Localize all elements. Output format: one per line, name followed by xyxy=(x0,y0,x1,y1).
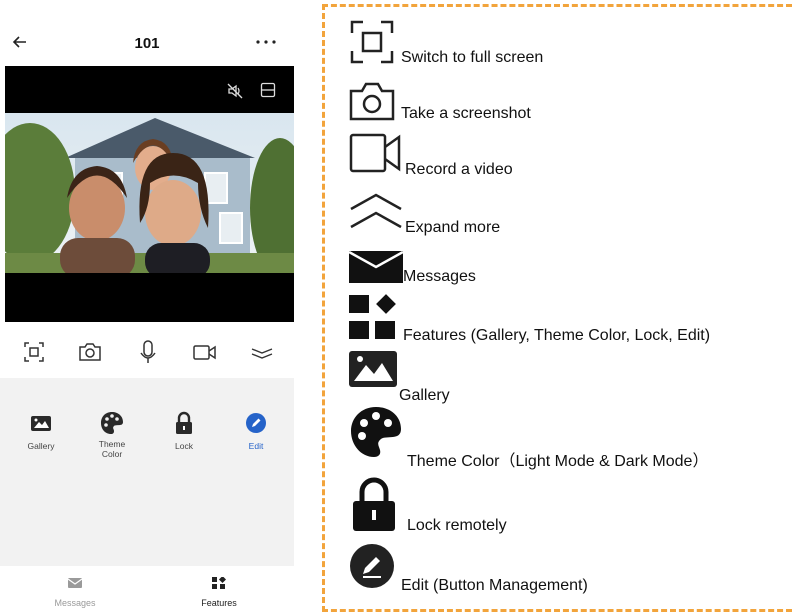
feature-label: Theme Color xyxy=(98,439,126,459)
page-title: 101 xyxy=(134,35,160,52)
legend-text: Messages xyxy=(403,268,476,285)
fullscreen-icon xyxy=(350,20,394,64)
icon-legend: Switch to full screen Take a screenshot … xyxy=(322,4,792,612)
legend-item: Expand more xyxy=(349,189,794,239)
camera-icon xyxy=(349,82,395,121)
fullscreen-icon[interactable] xyxy=(20,338,48,366)
nav-messages[interactable]: Messages xyxy=(30,576,120,608)
video-icon xyxy=(349,133,401,173)
legend-item: Record a video xyxy=(349,131,794,181)
legend-text: Lock remotely xyxy=(407,517,507,534)
video-feed[interactable] xyxy=(5,66,294,322)
envelope-icon xyxy=(349,250,403,283)
bottom-navigation: Messages Features xyxy=(0,566,294,616)
lock-icon xyxy=(353,477,395,531)
more-options-icon[interactable] xyxy=(254,32,278,52)
legend-text: Gallery xyxy=(399,387,450,404)
gallery-icon xyxy=(31,416,51,431)
feature-label: Lock xyxy=(175,441,193,451)
nav-label: Features xyxy=(201,598,237,608)
app-header: 101 xyxy=(0,22,294,66)
legend-text: Expand more xyxy=(405,219,501,236)
legend-item: Theme Color（Light Mode & Dark Mode） xyxy=(349,405,794,470)
feature-lock[interactable]: Lock xyxy=(149,410,219,452)
grid-icon xyxy=(349,294,396,339)
gallery-icon xyxy=(349,351,397,387)
video-icon[interactable] xyxy=(191,338,219,366)
legend-item: Take a screenshot xyxy=(349,79,794,129)
envelope-icon xyxy=(67,578,83,588)
edit-icon xyxy=(246,413,266,433)
legend-item: Features (Gallery, Theme Color, Lock, Ed… xyxy=(349,293,794,344)
expand-icon xyxy=(350,193,402,229)
features-panel: Gallery Theme Color Lock Edit xyxy=(0,378,294,566)
feature-label: Gallery xyxy=(27,441,55,451)
edit-icon xyxy=(350,544,394,588)
legend-item: Edit (Button Management) xyxy=(349,543,794,594)
palette-icon xyxy=(101,412,123,434)
legend-text: Switch to full screen xyxy=(401,49,544,66)
layout-icon[interactable] xyxy=(260,82,276,98)
legend-text: Take a screenshot xyxy=(401,105,531,122)
chevron-icon[interactable] xyxy=(248,338,276,366)
phone-screen: 101 Gallery Theme Color Lock Edit Messag… xyxy=(0,0,294,616)
microphone-icon[interactable] xyxy=(134,338,162,366)
palette-icon xyxy=(351,407,401,457)
legend-text: Features (Gallery, Theme Color, Lock, Ed… xyxy=(403,327,711,344)
feature-theme-color[interactable]: Theme Color xyxy=(77,410,147,460)
mute-icon[interactable] xyxy=(226,82,244,100)
legend-text: Edit (Button Management) xyxy=(401,577,588,594)
legend-text: Theme Color（Light Mode & Dark Mode） xyxy=(407,453,709,470)
legend-item: Lock remotely xyxy=(349,477,794,534)
legend-item: Gallery xyxy=(349,349,794,404)
control-bar xyxy=(0,334,294,370)
legend-item: Switch to full screen xyxy=(349,19,794,69)
feature-edit[interactable]: Edit xyxy=(221,410,291,452)
feature-label: Edit xyxy=(248,441,264,451)
lock-icon xyxy=(176,411,192,434)
nav-features[interactable]: Features xyxy=(174,575,264,608)
feature-gallery[interactable]: Gallery xyxy=(6,410,76,452)
family-photo xyxy=(5,113,294,273)
grid-icon xyxy=(212,575,227,589)
nav-label: Messages xyxy=(54,598,96,608)
legend-item: Messages xyxy=(349,249,794,299)
legend-text: Record a video xyxy=(405,161,513,178)
camera-icon[interactable] xyxy=(76,338,104,366)
